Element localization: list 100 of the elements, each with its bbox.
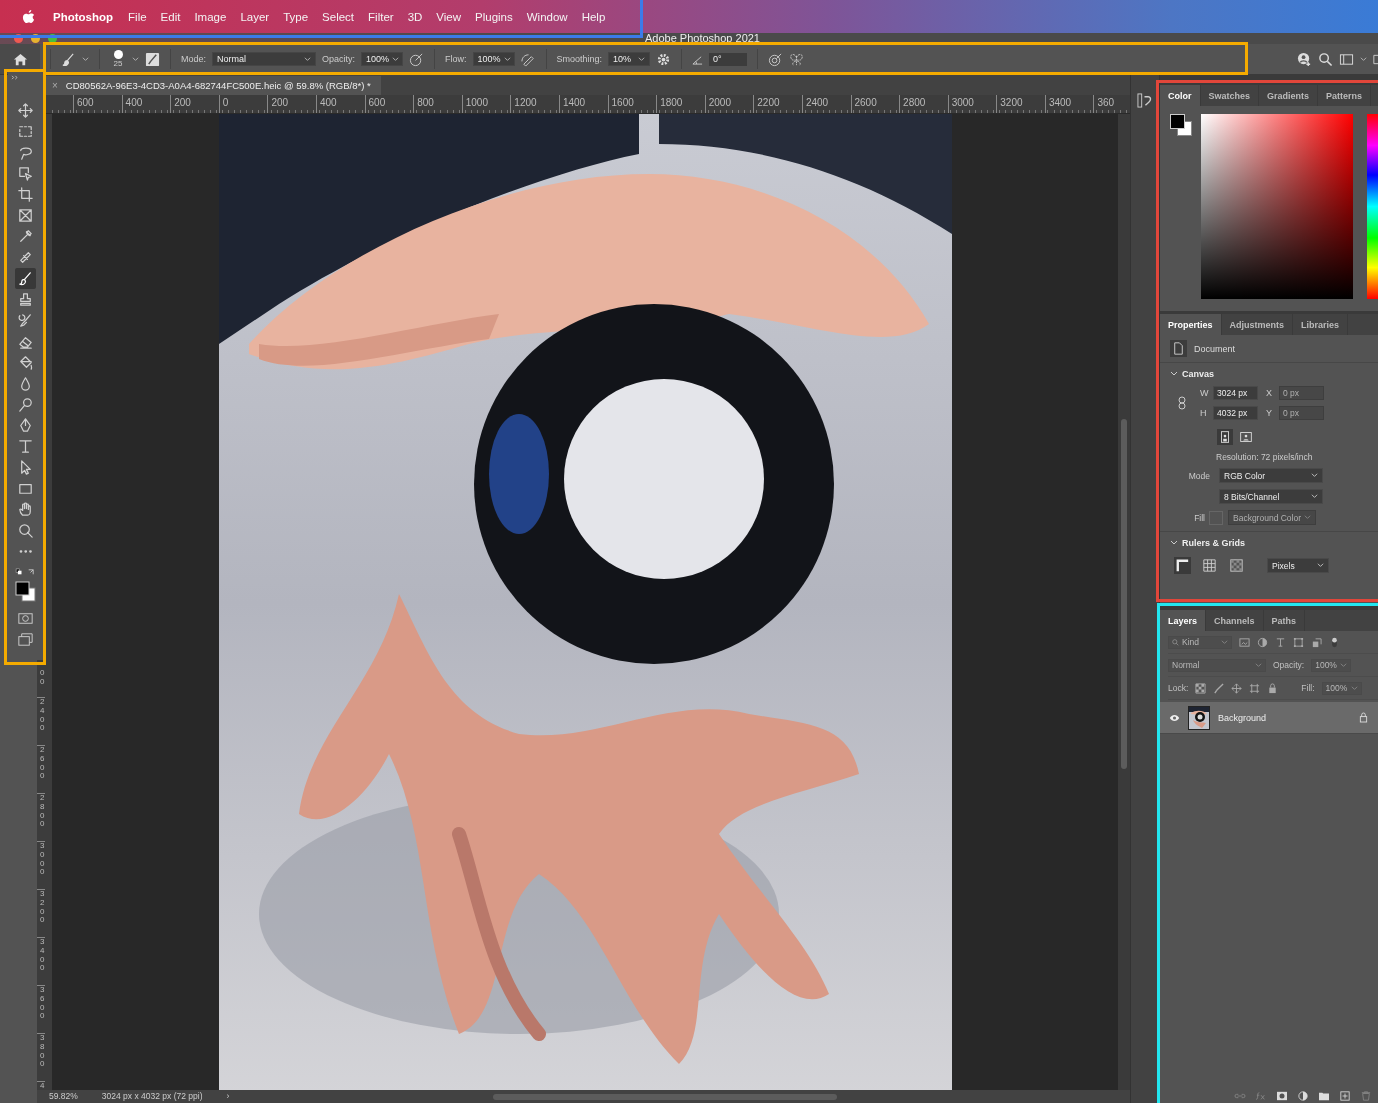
pressure-opacity-icon[interactable] [409, 51, 425, 67]
checkerboard-icon[interactable] [1228, 557, 1245, 574]
color-mode-dropdown[interactable]: RGB Color [1219, 468, 1323, 483]
menu-item[interactable]: Edit [160, 10, 181, 23]
menu-item[interactable]: Layer [240, 10, 270, 23]
smoothing-field[interactable]: 10% [608, 52, 651, 66]
menu-item[interactable]: View [436, 10, 462, 23]
mode-label: Mode: [181, 54, 206, 64]
home-icon[interactable] [12, 51, 28, 67]
panel-tab[interactable]: Libraries [1293, 314, 1349, 335]
brush-icon[interactable] [15, 268, 36, 289]
adjustment-layer-icon[interactable] [1297, 1090, 1309, 1101]
eye-icon[interactable] [1168, 713, 1180, 722]
ruler-label: 00 [39, 669, 45, 688]
chevron-icon[interactable] [1170, 370, 1178, 378]
move-icon[interactable] [15, 100, 36, 121]
ruler-label: 2000 [704, 95, 754, 113]
search-icon[interactable] [1318, 51, 1333, 67]
caret-icon[interactable] [82, 55, 89, 63]
menu-item[interactable]: Type [283, 10, 309, 23]
panel-tab[interactable]: Properties [1160, 314, 1222, 335]
brush-settings-icon[interactable] [145, 51, 160, 67]
width-field[interactable]: 3024 px [1213, 386, 1258, 400]
scrollbar-thumb[interactable] [1121, 419, 1127, 769]
menu-item[interactable]: Photoshop [53, 10, 114, 23]
caret-icon [1304, 514, 1312, 521]
panel-tab[interactable]: Layers [1160, 610, 1207, 631]
bit-depth-dropdown[interactable]: 8 Bits/Channel [1219, 489, 1323, 504]
panel-tab[interactable]: Paths [1263, 610, 1306, 631]
panel-tab[interactable]: Patterns [1318, 85, 1372, 106]
portrait-button[interactable] [1217, 429, 1233, 445]
menu-item[interactable]: Window [526, 10, 568, 23]
user-add-icon[interactable] [1297, 51, 1312, 67]
apple-icon[interactable] [22, 9, 35, 24]
opacity-field[interactable]: 100% [361, 52, 404, 66]
ruler-label: 600 [364, 95, 414, 113]
folder-icon[interactable] [1318, 1090, 1330, 1101]
smoothing-label: Smoothing: [556, 54, 603, 64]
expand-icon[interactable] [11, 75, 18, 80]
resolution-text: Resolution: 72 pixels/inch [1216, 452, 1314, 462]
menu-item[interactable]: Plugins [475, 10, 513, 23]
panel-tab[interactable]: Color [1160, 85, 1201, 106]
ruler-label: 200 [170, 95, 219, 113]
history-icon[interactable] [1137, 93, 1152, 108]
panel-tab[interactable]: Channels [1206, 610, 1264, 631]
menu-item[interactable]: Image [194, 10, 227, 23]
new-layer-icon[interactable] [1339, 1090, 1351, 1101]
lock-label: Lock: [1168, 683, 1189, 693]
rulers-icon[interactable] [1174, 557, 1191, 574]
color-field[interactable] [1201, 114, 1353, 299]
close-tab-button[interactable]: × [52, 80, 58, 91]
ruler-label: 3000 [37, 841, 45, 889]
menu-item[interactable]: Filter [368, 10, 394, 23]
lock-icon[interactable] [1359, 712, 1368, 723]
layer-row[interactable]: Background [1160, 702, 1378, 734]
flow-field[interactable]: 100% [472, 52, 515, 66]
airbrush-icon[interactable] [520, 51, 536, 67]
menu-item[interactable]: 3D [407, 10, 423, 23]
x-label: X [1266, 388, 1273, 398]
swap-colors-icon[interactable] [14, 568, 37, 577]
butterfly-icon[interactable] [789, 51, 805, 67]
color-swatches-drawing[interactable] [13, 580, 38, 602]
mode-dropdown[interactable]: Normal [212, 52, 316, 66]
brush-icon[interactable] [61, 51, 76, 67]
ruler-label: 600 [73, 95, 122, 113]
caret-icon [1317, 562, 1324, 569]
grid-icon[interactable] [1201, 557, 1218, 574]
caret-icon [1350, 684, 1358, 692]
menu-item[interactable]: File [128, 10, 147, 23]
ruler-label: 3800 [37, 1033, 45, 1081]
landscape-button[interactable] [1238, 429, 1254, 445]
panel-tab[interactable]: Adjustments [1221, 314, 1294, 335]
ruler-label: 2400 [37, 697, 45, 745]
panel-tab[interactable]: Swatches [1200, 85, 1260, 106]
ruler-label: 1800 [656, 95, 705, 113]
caret-icon [1221, 638, 1228, 646]
angle-field[interactable]: 0° [709, 52, 748, 66]
crop-icon[interactable] [15, 184, 36, 205]
ruler-label: 2600 [850, 95, 900, 113]
units-dropdown[interactable]: Pixels [1267, 558, 1329, 573]
caret-icon[interactable] [132, 55, 139, 63]
hue-spectrum[interactable] [1367, 114, 1378, 299]
workspace-icon[interactable] [1339, 51, 1354, 67]
menu-item[interactable]: Select [322, 10, 355, 23]
scrollbar-thumb[interactable] [493, 1094, 837, 1100]
document-info: 3024 px x 4032 px (72 ppi) [101, 1090, 203, 1102]
document-tab[interactable]: × CD80562A-96E3-4CD3-A0A4-682744FC500E.heic @ 59.8% (RGB/8*) * [46, 76, 381, 95]
width-label: W [1200, 388, 1209, 398]
pressure-size-icon[interactable] [768, 51, 784, 67]
mask-icon[interactable] [1276, 1090, 1288, 1101]
color-swatches-drawing[interactable] [1170, 114, 1192, 136]
chevron-icon[interactable] [1170, 539, 1178, 547]
brush-size-picker[interactable]: 25 [110, 50, 126, 68]
status-menu-arrow[interactable]: › [226, 1090, 230, 1102]
link-icon[interactable] [1178, 396, 1186, 410]
menu-item[interactable]: Help [581, 10, 606, 23]
caret-icon[interactable] [1360, 55, 1367, 63]
panel-tab[interactable]: Gradients [1259, 85, 1319, 106]
height-field[interactable]: 4032 px [1213, 406, 1258, 420]
gear-icon[interactable] [656, 51, 672, 67]
